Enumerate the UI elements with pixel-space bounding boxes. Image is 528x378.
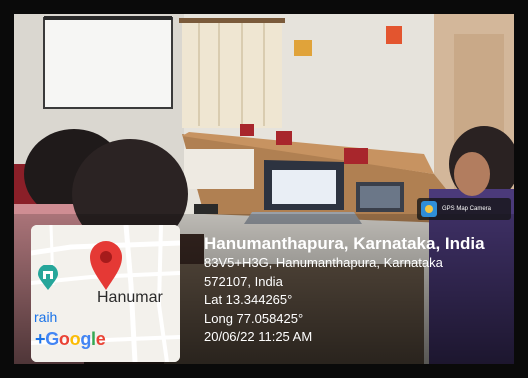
location-title: Hanumanthapura, Karnataka, India bbox=[204, 234, 485, 253]
latitude: Lat 13.344265° bbox=[204, 292, 293, 307]
location-info: Hanumanthapura, Karnataka, India 83V5+H3… bbox=[204, 234, 485, 347]
google-logo: +Google bbox=[35, 329, 106, 349]
gps-map-camera-icon bbox=[421, 201, 437, 217]
landmark-icon bbox=[38, 265, 58, 290]
map-pin-icon bbox=[90, 241, 122, 290]
address-line-1: 83V5+H3G, Hanumanthapura, Karnataka bbox=[204, 255, 443, 270]
datetime: 20/06/22 11:25 AM bbox=[204, 329, 313, 344]
map-thumbnail: Hanumar raih +Google bbox=[31, 225, 180, 362]
map-partial-label: raih bbox=[34, 309, 58, 325]
address-line-2: 572107, India bbox=[204, 273, 283, 289]
gps-map-camera-badge: GPS Map Camera bbox=[417, 198, 511, 220]
longitude: Long 77.058425° bbox=[204, 310, 304, 326]
badge-label: GPS Map Camera bbox=[442, 206, 492, 212]
map-place-label: Hanumar bbox=[97, 289, 163, 306]
